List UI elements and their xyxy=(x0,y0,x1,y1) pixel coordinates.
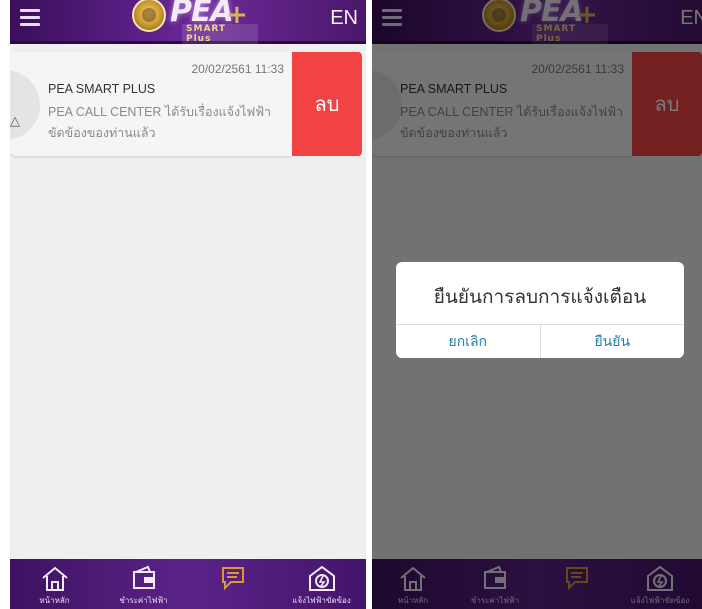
warning-triangle-icon: △ xyxy=(10,114,20,129)
notification-card[interactable]: △ 20/02/2561 11:33 PEA SMART PLUS PEA CA… xyxy=(10,52,292,156)
confirm-button[interactable]: ยืนยัน xyxy=(539,325,685,358)
dialog-actions: ยกเลิก ยืนยัน xyxy=(396,324,684,358)
nav-item-notifications[interactable] xyxy=(188,559,277,609)
nav-label-home: หน้าหลัก xyxy=(39,596,70,605)
hamburger-menu-icon[interactable] xyxy=(20,9,40,26)
notification-avatar xyxy=(10,70,40,140)
notification-body: PEA CALL CENTER ได้รับเรื่องแจ้งไฟฟ้าขัด… xyxy=(48,105,272,140)
cancel-button[interactable]: ยกเลิก xyxy=(396,325,540,358)
app-header: PEA + SMART Plus EN xyxy=(10,0,366,44)
nav-item-payment[interactable]: ชำระค่าไฟฟ้า xyxy=(99,559,188,609)
power-alert-icon xyxy=(308,565,335,591)
pea-emblem-icon xyxy=(132,0,166,32)
nav-label-outage: แจ้งไฟฟ้าขัดข้อง xyxy=(292,596,351,605)
screen-after: PEA + SMART Plus EN 20/02/2561 11:33 PEA… xyxy=(372,0,702,609)
home-icon xyxy=(41,566,68,591)
nav-item-outage[interactable]: แจ้งไฟฟ้าขัดข้อง xyxy=(277,559,366,609)
confirm-delete-dialog: ยืนยันการลบการแจ้งเตือน ยกเลิก ยืนยัน xyxy=(396,262,684,358)
pea-logo: PEA + SMART Plus xyxy=(122,0,258,44)
screen-before: PEA + SMART Plus EN △ 20/02/2561 11:33 P… xyxy=(10,0,366,609)
notification-title: PEA SMART PLUS xyxy=(48,82,156,96)
language-toggle[interactable]: EN xyxy=(330,7,358,30)
bottom-nav: หน้าหลัก ชำระค่าไฟฟ้า แจ้งไฟฟ้าขัดข้อง xyxy=(10,559,366,609)
notification-row[interactable]: △ 20/02/2561 11:33 PEA SMART PLUS PEA CA… xyxy=(10,52,366,156)
nav-label-payment: ชำระค่าไฟฟ้า xyxy=(119,596,168,605)
delete-button[interactable]: ลบ xyxy=(292,52,362,156)
dialog-message: ยืนยันการลบการแจ้งเตือน xyxy=(433,287,647,308)
wallet-icon xyxy=(132,565,155,589)
logo-subtitle: SMART Plus xyxy=(182,24,258,44)
notification-time: 20/02/2561 11:33 xyxy=(191,62,284,76)
nav-item-home[interactable]: หน้าหลัก xyxy=(10,559,99,609)
chat-icon xyxy=(221,567,244,591)
